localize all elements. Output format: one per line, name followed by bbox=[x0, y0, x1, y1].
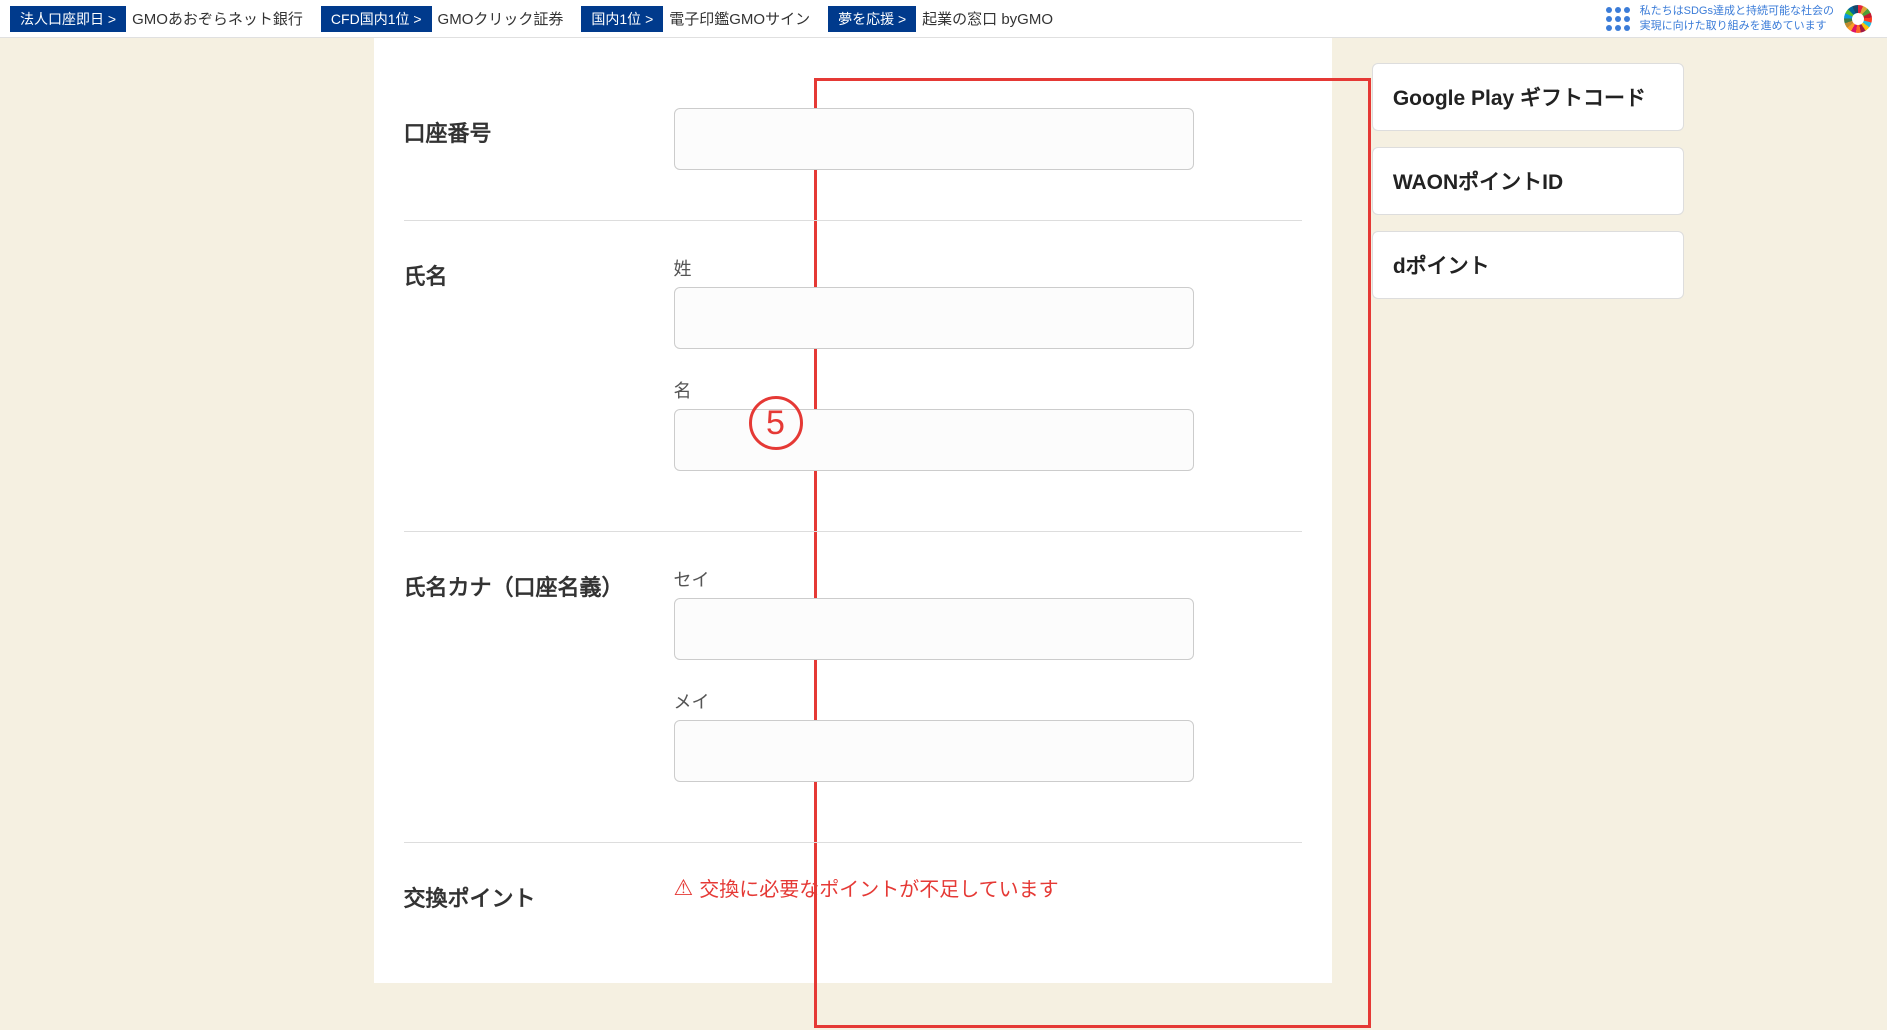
sdgs-text: 私たちはSDGs達成と持続可能な社会の 実現に向けた取り組みを進めています bbox=[1640, 4, 1834, 33]
warning-icon: ⚠ bbox=[674, 875, 694, 901]
error-message: ⚠ 交換に必要なポイントが不足しています bbox=[674, 873, 1282, 902]
nav-tag-4[interactable]: 夢を応援 > bbox=[828, 6, 916, 32]
top-right-area: 私たちはSDGs達成と持続可能な社会の 実現に向けた取り組みを進めています bbox=[1606, 4, 1872, 33]
nav-link-3[interactable]: 電子印鑑GMOサイン bbox=[669, 8, 810, 29]
sidebar-card-google-play[interactable]: Google Play ギフトコード bbox=[1372, 63, 1684, 131]
error-text-label: 交換に必要なポイントが不足しています bbox=[699, 873, 1058, 902]
sei-input[interactable] bbox=[674, 598, 1194, 660]
step-5-marker: 5 bbox=[749, 396, 803, 450]
mei-input[interactable] bbox=[674, 720, 1194, 782]
row-exchange-points: 交換ポイント ⚠ 交換に必要なポイントが不足しています bbox=[404, 843, 1302, 923]
label-account-number: 口座番号 bbox=[404, 108, 674, 170]
sidebar-card-dpoint[interactable]: dポイント bbox=[1372, 231, 1684, 299]
label-name-kana: 氏名カナ（口座名義） bbox=[404, 562, 674, 782]
row-name: 氏名 姓 名 5 bbox=[404, 221, 1302, 532]
sidebar-panel: Google Play ギフトコード WAONポイントID dポイント bbox=[1372, 38, 1684, 315]
nav-tag-3[interactable]: 国内1位 > bbox=[581, 6, 663, 32]
account-number-input[interactable] bbox=[674, 108, 1194, 170]
main-form-panel: 口座番号 氏名 姓 名 5 氏名カナ（口座名義） bbox=[374, 38, 1332, 983]
top-nav-bar: 法人口座即日 > GMOあおぞらネット銀行 CFD国内1位 > GMOクリック証… bbox=[0, 0, 1887, 38]
nav-link-2[interactable]: GMOクリック証券 bbox=[438, 8, 564, 29]
row-account-number: 口座番号 bbox=[404, 78, 1302, 221]
lastname-input[interactable] bbox=[674, 287, 1194, 349]
nav-tag-1[interactable]: 法人口座即日 > bbox=[10, 6, 126, 32]
sidebar-card-waon[interactable]: WAONポイントID bbox=[1372, 147, 1684, 215]
label-name: 氏名 bbox=[404, 251, 674, 471]
label-lastname: 姓 bbox=[674, 255, 1282, 281]
label-mei: メイ bbox=[674, 688, 1282, 714]
label-sei: セイ bbox=[674, 566, 1282, 592]
nav-link-1[interactable]: GMOあおぞらネット銀行 bbox=[132, 8, 303, 29]
nav-link-4[interactable]: 起業の窓口 byGMO bbox=[922, 8, 1053, 29]
label-exchange-points: 交換ポイント bbox=[404, 873, 674, 913]
nav-tag-2[interactable]: CFD国内1位 > bbox=[321, 6, 432, 32]
sdgs-wheel-icon bbox=[1844, 5, 1872, 33]
apps-grid-icon[interactable] bbox=[1606, 7, 1630, 31]
row-name-kana: 氏名カナ（口座名義） セイ メイ bbox=[404, 532, 1302, 843]
